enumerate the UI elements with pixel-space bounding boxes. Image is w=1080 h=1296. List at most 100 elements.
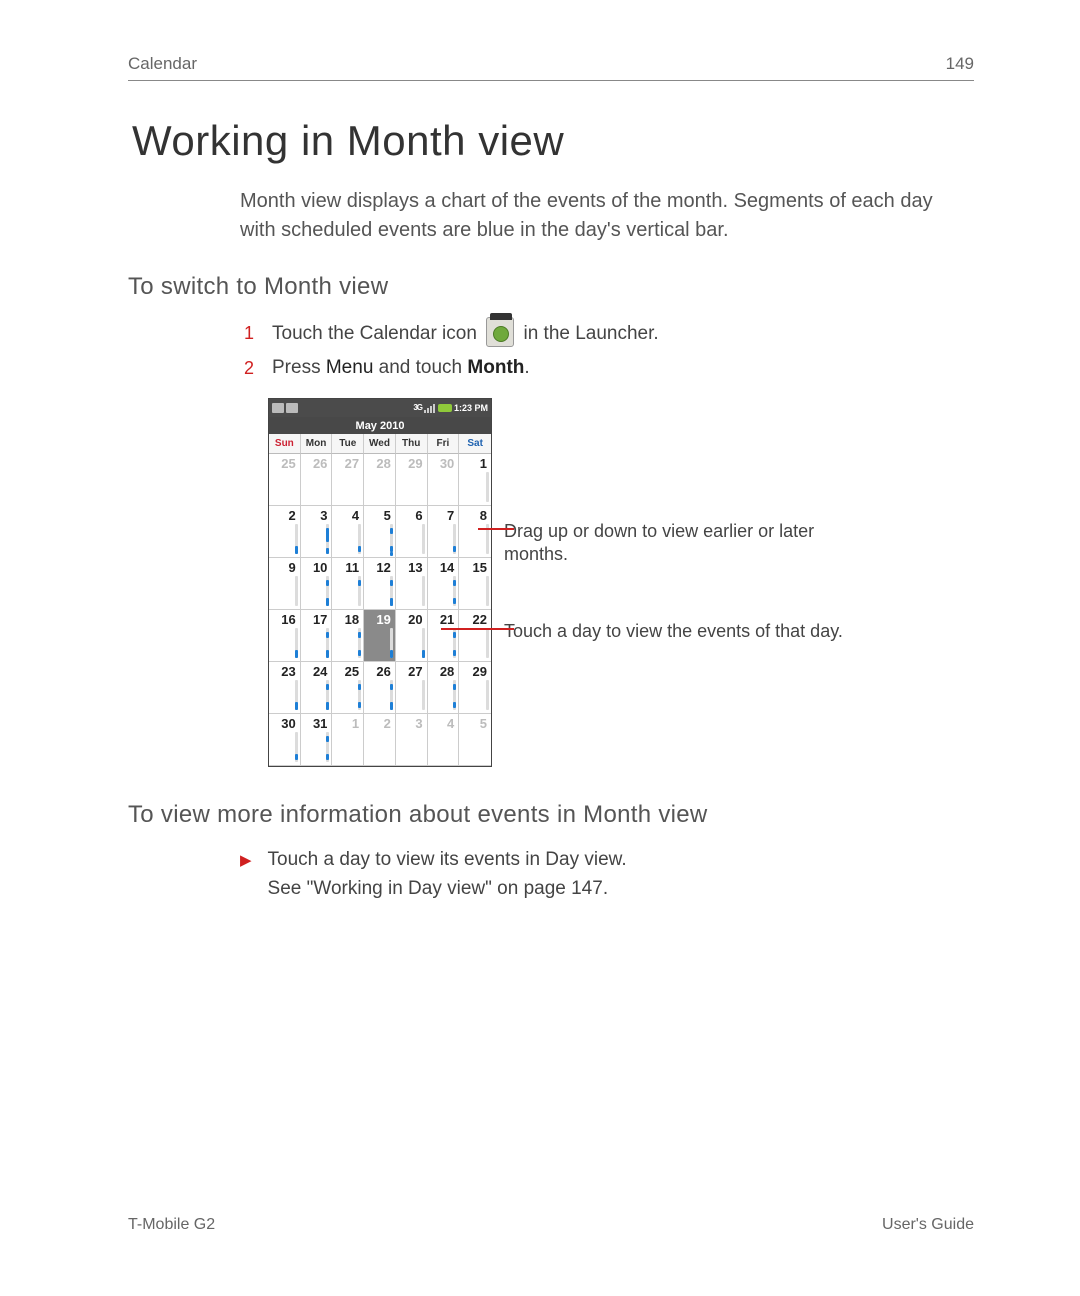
day-header: Tue	[332, 434, 364, 454]
calendar-day-cell[interactable]: 29	[459, 662, 491, 714]
calendar-day-cell[interactable]: 13	[396, 558, 428, 610]
day-number: 21	[440, 612, 454, 627]
day-event-bar	[422, 576, 425, 606]
calendar-day-cell[interactable]: 2	[364, 714, 396, 766]
calendar-day-cell[interactable]: 31	[301, 714, 333, 766]
day-number: 14	[440, 560, 454, 575]
step-text-pre: Touch the Calendar icon	[272, 323, 482, 344]
event-segment	[453, 580, 456, 586]
event-segment	[453, 598, 456, 604]
calendar-day-cell[interactable]: 25	[269, 454, 301, 506]
calendar-day-cell[interactable]: 9	[269, 558, 301, 610]
calendar-day-cell[interactable]: 21	[428, 610, 460, 662]
calendar-day-cell[interactable]: 23	[269, 662, 301, 714]
event-segment	[358, 580, 361, 586]
calendar-day-cell[interactable]: 27	[396, 662, 428, 714]
event-segment	[358, 546, 361, 552]
calendar-day-cell[interactable]: 15	[459, 558, 491, 610]
bullet-line-1: Touch a day to view its events in Day vi…	[268, 849, 627, 870]
day-number: 26	[376, 664, 390, 679]
calendar-day-cell[interactable]: 25	[332, 662, 364, 714]
day-header: Wed	[364, 434, 396, 454]
event-segment	[295, 546, 298, 554]
calendar-day-cell[interactable]: 24	[301, 662, 333, 714]
day-number: 30	[281, 716, 295, 731]
calendar-icon	[486, 317, 514, 347]
event-segment	[326, 736, 329, 742]
calendar-day-cell[interactable]: 5	[364, 506, 396, 558]
calendar-day-cell[interactable]: 1	[459, 454, 491, 506]
day-number: 10	[313, 560, 327, 575]
step-text-post: in the Launcher.	[523, 323, 658, 344]
calendar-day-cell[interactable]: 30	[428, 454, 460, 506]
calendar-day-cell[interactable]: 7	[428, 506, 460, 558]
calendar-day-cell[interactable]: 1	[332, 714, 364, 766]
day-number: 12	[376, 560, 390, 575]
event-segment	[295, 650, 298, 658]
day-number: 9	[288, 560, 295, 575]
step-list: 1 Touch the Calendar icon in the Launche…	[240, 317, 964, 384]
event-segment	[326, 548, 329, 554]
day-number: 1	[480, 456, 487, 471]
calendar-day-cell[interactable]: 4	[428, 714, 460, 766]
day-header: Thu	[396, 434, 428, 454]
event-segment	[326, 580, 329, 586]
calendar-day-cell[interactable]: 3	[301, 506, 333, 558]
day-number: 8	[480, 508, 487, 523]
day-number: 5	[480, 716, 487, 731]
day-number: 28	[376, 456, 390, 471]
calendar-day-cell[interactable]: 18	[332, 610, 364, 662]
day-number: 4	[447, 716, 454, 731]
day-number: 24	[313, 664, 327, 679]
calendar-day-cell[interactable]: 3	[396, 714, 428, 766]
day-event-bar	[486, 628, 489, 658]
event-segment	[453, 632, 456, 638]
calendar-day-cell[interactable]: 30	[269, 714, 301, 766]
calendar-day-cell[interactable]: 4	[332, 506, 364, 558]
calendar-day-cell[interactable]: 17	[301, 610, 333, 662]
calendar-day-cell[interactable]: 26	[364, 662, 396, 714]
calendar-day-cell[interactable]: 27	[332, 454, 364, 506]
event-segment	[390, 702, 393, 710]
day-number: 15	[473, 560, 487, 575]
header-rule	[128, 80, 974, 81]
day-event-bar	[486, 680, 489, 710]
step-text-b: and touch	[373, 357, 467, 378]
day-number: 30	[440, 456, 454, 471]
day-number: 29	[473, 664, 487, 679]
calendar-day-cell[interactable]: 14	[428, 558, 460, 610]
calendar-day-cell[interactable]: 16	[269, 610, 301, 662]
calendar-day-cell[interactable]: 19	[364, 610, 396, 662]
calendar-day-cell[interactable]: 5	[459, 714, 491, 766]
calendar-day-cell[interactable]: 12	[364, 558, 396, 610]
event-segment	[326, 684, 329, 690]
day-number: 25	[345, 664, 359, 679]
calendar-day-cell[interactable]: 26	[301, 454, 333, 506]
calendar-day-cell[interactable]: 2	[269, 506, 301, 558]
day-event-bar	[422, 680, 425, 710]
calendar-day-cell[interactable]: 8	[459, 506, 491, 558]
day-event-bar	[486, 472, 489, 502]
calendar-day-cell[interactable]: 22	[459, 610, 491, 662]
calendar-day-cell[interactable]: 20	[396, 610, 428, 662]
status-left	[272, 403, 298, 413]
event-segment	[390, 528, 393, 534]
day-number: 27	[345, 456, 359, 471]
calendar-day-cell[interactable]: 11	[332, 558, 364, 610]
status-bar: 3G 1:23 PM	[269, 399, 491, 417]
month-title-bar: May 2010	[269, 417, 491, 434]
calendar-day-cell[interactable]: 28	[364, 454, 396, 506]
day-headers: SunMonTueWedThuFriSat	[269, 434, 491, 454]
calendar-day-cell[interactable]: 10	[301, 558, 333, 610]
event-segment	[453, 702, 456, 708]
calendar-day-cell[interactable]: 6	[396, 506, 428, 558]
event-segment	[326, 754, 329, 760]
day-number: 7	[447, 508, 454, 523]
status-right: 3G 1:23 PM	[413, 403, 488, 413]
callout-touch: Touch a day to view the events of that d…	[504, 620, 844, 643]
calendar-day-cell[interactable]: 28	[428, 662, 460, 714]
triangle-bullet-icon: ▶	[240, 849, 252, 872]
event-segment	[390, 650, 393, 658]
battery-icon	[438, 404, 452, 412]
calendar-day-cell[interactable]: 29	[396, 454, 428, 506]
